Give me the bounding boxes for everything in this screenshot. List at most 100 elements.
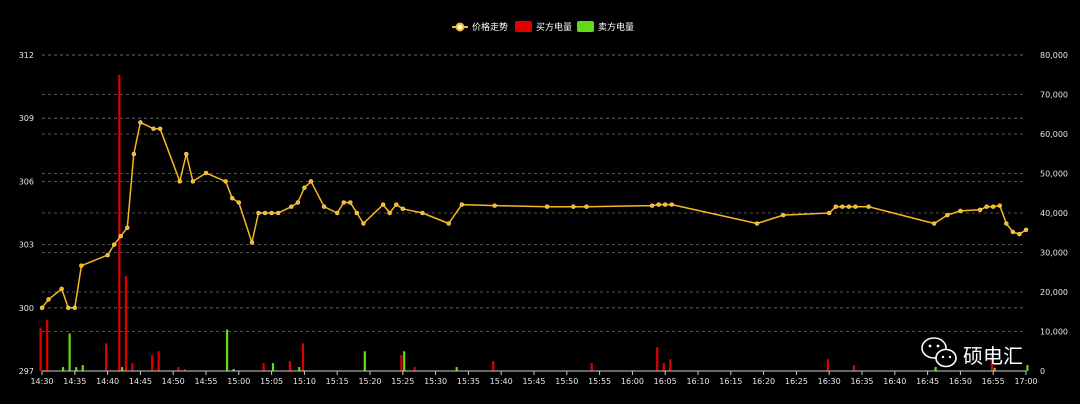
- sell-volume-bar[interactable]: [75, 367, 78, 371]
- legend-item-sell[interactable]: 卖方电量: [577, 21, 634, 33]
- price-point[interactable]: [118, 233, 123, 239]
- price-point[interactable]: [334, 210, 340, 216]
- price-point[interactable]: [256, 210, 261, 216]
- buy-volume-bar[interactable]: [852, 365, 856, 371]
- buy-volume-bar[interactable]: [151, 355, 154, 371]
- price-point[interactable]: [236, 200, 242, 205]
- price-point[interactable]: [446, 221, 451, 226]
- buy-volume-bar[interactable]: [118, 74, 121, 371]
- price-point[interactable]: [46, 297, 51, 302]
- buy-volume-bar[interactable]: [262, 363, 265, 371]
- price-point[interactable]: [1023, 227, 1029, 233]
- price-point[interactable]: [1010, 229, 1016, 235]
- price-point[interactable]: [203, 170, 209, 176]
- buy-volume-bar[interactable]: [400, 355, 403, 371]
- buy-volume-bar[interactable]: [301, 343, 305, 371]
- price-point[interactable]: [931, 221, 937, 226]
- price-point[interactable]: [151, 126, 156, 131]
- sell-volume-bar[interactable]: [121, 367, 124, 371]
- legend[interactable]: 价格走势 买方电量 卖方电量: [452, 21, 634, 33]
- price-point[interactable]: [289, 204, 294, 209]
- sell-volume-bar[interactable]: [1026, 365, 1029, 371]
- buy-volume-bar[interactable]: [669, 359, 672, 371]
- price-point[interactable]: [1017, 231, 1022, 237]
- price-point[interactable]: [341, 200, 347, 205]
- price-point[interactable]: [131, 151, 137, 157]
- price-point[interactable]: [295, 200, 301, 205]
- price-point[interactable]: [302, 185, 307, 190]
- price-point[interactable]: [662, 202, 668, 207]
- price-point[interactable]: [826, 210, 832, 216]
- price-point[interactable]: [571, 204, 576, 209]
- price-point[interactable]: [308, 179, 314, 184]
- buy-volume-bar[interactable]: [492, 361, 495, 371]
- buy-volume-bar[interactable]: [157, 351, 160, 371]
- price-point[interactable]: [649, 203, 655, 208]
- buy-volume-bar[interactable]: [826, 359, 829, 371]
- price-point[interactable]: [945, 212, 950, 218]
- price-point[interactable]: [275, 210, 281, 216]
- price-point[interactable]: [157, 126, 163, 131]
- sell-volume-bar[interactable]: [271, 363, 275, 371]
- price-point[interactable]: [125, 225, 130, 230]
- legend-item-buy[interactable]: 买方电量: [515, 21, 572, 33]
- sell-volume-bar[interactable]: [61, 367, 65, 371]
- sell-volume-bar[interactable]: [68, 333, 71, 371]
- price-point[interactable]: [249, 240, 255, 245]
- sell-volume-bar[interactable]: [934, 367, 937, 371]
- sell-volume-bar[interactable]: [403, 351, 406, 371]
- price-point[interactable]: [184, 151, 189, 157]
- price-point[interactable]: [781, 212, 786, 218]
- price-point[interactable]: [669, 202, 675, 207]
- price-point[interactable]: [321, 204, 327, 209]
- price-point[interactable]: [354, 210, 360, 216]
- buy-volume-bar[interactable]: [124, 276, 127, 371]
- sell-volume-bar[interactable]: [455, 367, 458, 371]
- price-point[interactable]: [380, 202, 386, 207]
- buy-volume-bar[interactable]: [39, 327, 42, 371]
- buy-volume-bar[interactable]: [177, 367, 180, 371]
- price-point[interactable]: [393, 202, 399, 207]
- price-point[interactable]: [348, 200, 353, 205]
- price-point[interactable]: [656, 202, 661, 207]
- price-point[interactable]: [72, 305, 78, 311]
- price-point[interactable]: [79, 263, 84, 268]
- price-point[interactable]: [866, 204, 871, 209]
- buy-volume-bar[interactable]: [131, 363, 134, 371]
- price-point[interactable]: [1004, 221, 1009, 226]
- price-point[interactable]: [584, 204, 589, 209]
- price-point[interactable]: [984, 204, 989, 209]
- price-point[interactable]: [544, 204, 550, 209]
- price-point[interactable]: [977, 207, 983, 213]
- sell-volume-bar[interactable]: [225, 329, 229, 371]
- price-point[interactable]: [754, 221, 760, 226]
- price-point[interactable]: [223, 179, 228, 184]
- price-point[interactable]: [138, 120, 143, 125]
- price-point[interactable]: [853, 204, 858, 209]
- buy-volume-bar[interactable]: [105, 343, 108, 371]
- price-point[interactable]: [65, 305, 71, 311]
- price-point[interactable]: [361, 221, 366, 226]
- sell-volume-bar[interactable]: [298, 367, 301, 371]
- buy-volume-bar[interactable]: [413, 367, 416, 371]
- price-point[interactable]: [846, 204, 852, 209]
- price-point[interactable]: [190, 179, 196, 184]
- buy-volume-bar[interactable]: [590, 363, 593, 371]
- price-point[interactable]: [262, 210, 268, 216]
- buy-volume-bar[interactable]: [46, 319, 49, 371]
- buy-volume-bar[interactable]: [288, 361, 291, 371]
- sell-volume-bar[interactable]: [363, 351, 366, 371]
- price-point[interactable]: [387, 210, 392, 216]
- price-point[interactable]: [39, 305, 45, 311]
- price-point[interactable]: [840, 204, 845, 209]
- price-point[interactable]: [459, 202, 465, 207]
- price-point[interactable]: [990, 204, 996, 209]
- sell-volume-bar[interactable]: [81, 365, 84, 371]
- buy-volume-bar[interactable]: [656, 347, 659, 371]
- price-point[interactable]: [111, 242, 117, 247]
- price-point[interactable]: [105, 252, 110, 258]
- price-point[interactable]: [229, 196, 235, 201]
- price-point[interactable]: [177, 179, 183, 184]
- price-point[interactable]: [400, 206, 406, 212]
- legend-item-price[interactable]: 价格走势: [452, 21, 508, 33]
